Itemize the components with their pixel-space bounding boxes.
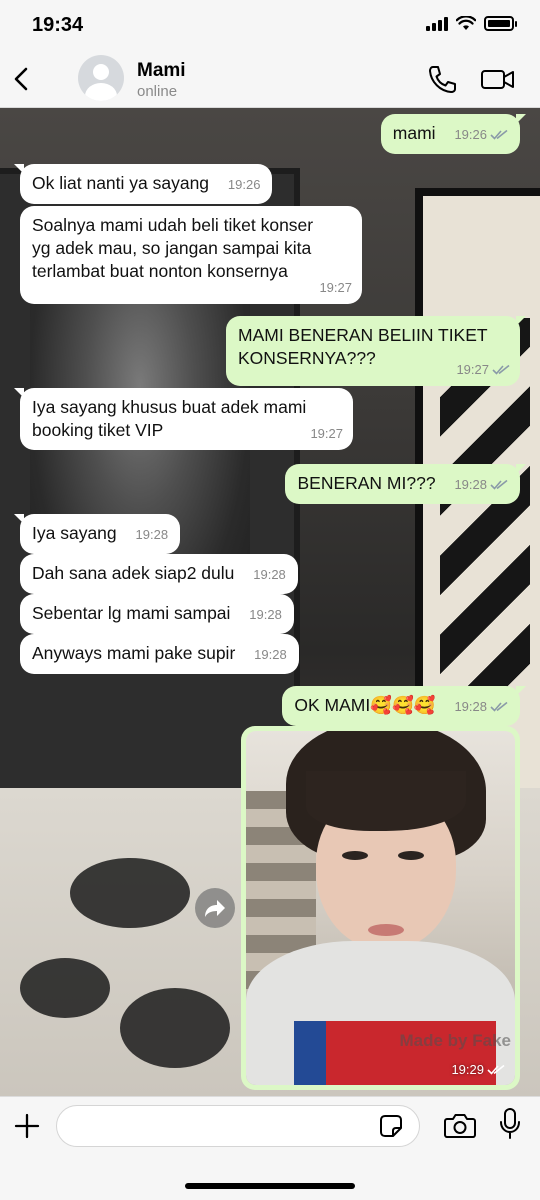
phone-icon[interactable] — [424, 62, 460, 96]
message-incoming[interactable]: Iya sayang khusus buat adek mami booking… — [14, 388, 353, 450]
double-check-icon — [490, 129, 508, 140]
message-incoming[interactable]: Iya sayang 19:28 — [13, 514, 181, 554]
message-incoming[interactable]: Anyways mami pake supir 19:28 — [20, 634, 299, 674]
camera-icon[interactable] — [443, 1110, 477, 1140]
forward-icon — [205, 900, 225, 917]
message-time: 19:28 — [253, 566, 286, 582]
contact-name[interactable]: Mami — [137, 60, 186, 82]
message-meta: 19:26 — [228, 173, 261, 196]
message-text: Soalnya mami udah beli tiket konser yg a… — [32, 215, 314, 281]
chat-header: Mami online — [0, 50, 540, 108]
message-time: 19:26 — [454, 126, 487, 142]
message-meta: 19:26 — [454, 123, 508, 146]
watermark-text: Made by Fake — [399, 1031, 512, 1050]
status-bar: 19:34 — [0, 0, 540, 50]
message-meta: 19:27 — [319, 276, 352, 299]
message-text: Ok liat nanti ya sayang — [32, 173, 210, 193]
message-meta: 19:28 — [253, 563, 286, 586]
sticker-icon[interactable] — [378, 1113, 404, 1139]
mic-icon[interactable] — [498, 1107, 522, 1141]
wifi-icon — [456, 16, 476, 30]
message-meta: 19:27 — [310, 422, 343, 445]
message-text: Iya sayang khusus buat adek mami booking… — [32, 397, 307, 440]
message-time: 19:28 — [454, 476, 487, 492]
message-time: 19:28 — [254, 646, 287, 662]
status-icons — [426, 16, 517, 31]
cellular-signal-icon — [426, 16, 448, 31]
message-incoming[interactable]: Soalnya mami udah beli tiket konser yg a… — [20, 206, 362, 304]
contact-status: online — [137, 83, 178, 100]
status-time: 19:34 — [32, 14, 84, 36]
message-meta: 19:28 — [254, 643, 287, 666]
message-time: 19:27 — [456, 362, 489, 377]
contact-avatar[interactable] — [78, 55, 124, 101]
message-outgoing[interactable]: mami 19:26 — [380, 114, 527, 154]
message-meta: 19:28 — [454, 695, 508, 718]
video-call-icon[interactable] — [480, 62, 516, 96]
message-meta: 19:29 — [451, 1062, 505, 1077]
message-time: 19:28 — [249, 606, 282, 622]
double-check-icon — [490, 701, 508, 712]
message-meta: 19:27 — [456, 358, 510, 381]
message-meta: 19:28 — [454, 473, 508, 496]
message-outgoing[interactable]: MAMI BENERAN BELIIN TIKET KONSERNYA??? 1… — [226, 316, 526, 386]
message-text: BENERAN MI??? — [297, 473, 436, 493]
message-time: 19:28 — [454, 698, 487, 714]
message-incoming[interactable]: Ok liat nanti ya sayang 19:26 — [13, 164, 273, 204]
message-time: 19:29 — [451, 1062, 484, 1077]
message-text: Sebentar lg mami sampai — [32, 603, 231, 623]
message-time: 19:27 — [310, 426, 343, 441]
message-meta: 19:28 — [136, 523, 169, 546]
photo-message[interactable]: Made by Fake 19:29 — [241, 726, 520, 1090]
message-input[interactable] — [56, 1105, 420, 1147]
message-outgoing[interactable]: BENERAN MI??? 19:28 — [285, 464, 526, 504]
message-text: Anyways mami pake supir — [32, 643, 236, 663]
message-incoming[interactable]: Dah sana adek siap2 dulu 19:28 — [20, 554, 298, 594]
double-check-icon — [487, 1064, 505, 1075]
message-text: mami — [392, 123, 436, 143]
back-icon[interactable] — [8, 62, 38, 96]
message-time: 19:28 — [135, 526, 169, 542]
message-time: 19:27 — [319, 280, 352, 295]
double-check-icon — [492, 364, 510, 375]
message-text: OK MAMI🥰🥰🥰 — [294, 695, 436, 715]
message-outgoing[interactable]: OK MAMI🥰🥰🥰 19:28 — [282, 686, 526, 726]
message-time: 19:26 — [227, 176, 261, 192]
forward-button[interactable] — [195, 888, 235, 928]
plus-icon[interactable] — [12, 1111, 42, 1141]
message-incoming[interactable]: Sebentar lg mami sampai 19:28 — [20, 594, 294, 634]
double-check-icon — [490, 479, 508, 490]
message-text: Dah sana adek siap2 dulu — [32, 563, 235, 583]
chat-area[interactable]: mami 19:26 Ok liat nanti ya sayang 19:26… — [0, 108, 540, 1096]
selfie-photo[interactable]: Made by Fake 19:29 — [246, 731, 515, 1085]
battery-icon — [484, 16, 517, 31]
message-meta: 19:28 — [249, 603, 282, 626]
message-input-bar — [0, 1096, 540, 1200]
home-indicator — [185, 1183, 355, 1189]
message-text: Iya sayang — [32, 523, 117, 543]
